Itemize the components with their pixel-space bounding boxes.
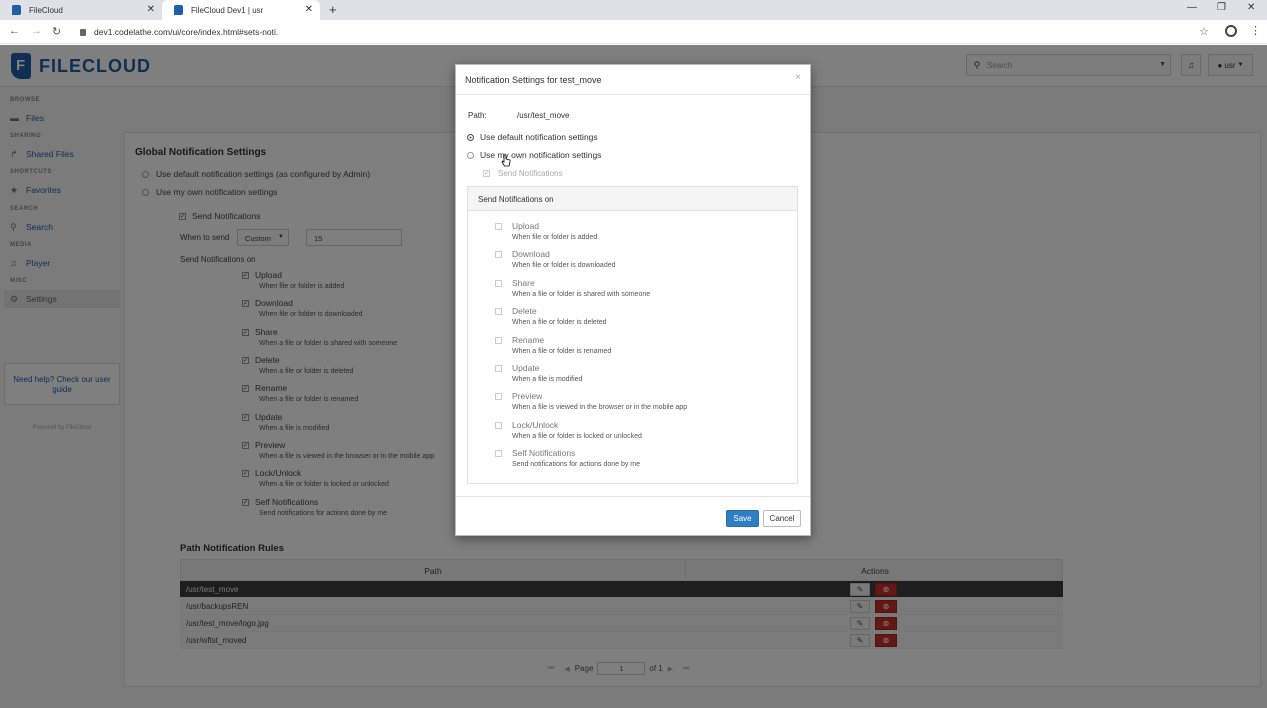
path-label: Path: [468,111,487,120]
item-desc: When a file or folder is shared with som… [512,291,651,298]
cancel-button[interactable]: Cancel [763,510,801,527]
url-text: dev1.codelathe.com/ui/core/index.html#se… [94,27,279,37]
checkbox[interactable] [495,336,502,344]
checkbox[interactable] [495,250,502,258]
modal-item-rename: Rename When a file or folder is renamed [495,335,611,355]
radio-label: Use default notification settings [480,132,598,142]
modal-item-share: Share When a file or folder is shared wit… [495,278,650,298]
send-notifications-panel: Send Notifications on Upload When file or… [467,186,798,484]
browser-tab-bar: FileCloud ✕ FileCloud Dev1 | usr ✕ + — ❐… [0,0,1267,20]
item-label: Download [512,249,550,259]
checkbox[interactable] [495,222,502,230]
filecloud-favicon-icon [12,5,21,15]
minimize-icon[interactable]: — [1187,2,1197,13]
item-label: Self Notifications [512,448,576,458]
url-field[interactable]: dev1.codelathe.com/ui/core/index.html#se… [80,24,1210,40]
item-desc: When file or folder is added [512,234,598,241]
item-desc: When a file or folder is renamed [512,348,612,355]
radio-button[interactable] [467,151,474,159]
item-desc: Send notifications for actions done by m… [512,461,641,468]
checkbox[interactable] [495,307,502,315]
item-label: Upload [512,221,539,231]
item-desc: When file or folder is downloaded [512,262,616,269]
panel-title: Send Notifications on [468,187,797,211]
checkbox[interactable] [495,449,502,457]
modal-item-upload: Upload When file or folder is added [495,221,597,241]
checkbox-label: Send Notifications [498,169,563,178]
modal-header: Notification Settings for test_move × [456,65,810,95]
new-tab-icon[interactable]: + [329,2,337,17]
radio-label: Use my own notification settings [480,150,602,160]
item-label: Delete [512,306,537,316]
modal-item-download: Download When file or folder is downloade… [495,249,616,269]
browser-tab-filecloud[interactable]: FileCloud ✕ [0,0,162,20]
close-tab-icon[interactable]: ✕ [305,4,313,15]
tab-label: FileCloud Dev1 | usr [191,5,264,15]
address-bar-row: ← → ↻ dev1.codelathe.com/ui/core/index.h… [0,20,1267,44]
account-icon[interactable] [1225,25,1237,37]
notification-settings-modal: Notification Settings for test_move × Pa… [455,64,811,536]
checkbox[interactable] [495,392,502,400]
save-button[interactable]: Save [726,510,759,527]
path-value: /usr/test_move [517,111,570,120]
item-label: Lock/Unlock [512,420,559,430]
modal-item-delete: Delete When a file or folder is deleted [495,306,607,326]
close-icon[interactable]: × [795,72,801,83]
forward-icon[interactable]: → [31,25,42,37]
item-label: Share [512,278,535,288]
modal-radio-own[interactable]: Use my own notification settings [467,150,601,160]
modal-send-notifications[interactable]: ✓ Send Notifications [483,169,562,178]
modal-item-update: Update When a file is modified [495,363,582,383]
restore-icon[interactable]: ❐ [1217,2,1226,13]
modal-title: Notification Settings for test_move [465,75,602,85]
browser-menu-icon[interactable]: ⋮ [1250,24,1261,37]
tab-label: FileCloud [29,5,63,15]
item-desc: When a file or folder is locked or unloc… [512,433,642,440]
item-desc: When a file is modified [512,376,583,383]
browser-tab-filecloud-dev1[interactable]: FileCloud Dev1 | usr ✕ [162,0,320,20]
checkbox[interactable] [495,279,502,287]
modal-radio-default[interactable]: Use default notification settings [467,132,598,142]
checkbox[interactable] [495,421,502,429]
modal-item-lock-unlock: Lock/Unlock When a file or folder is lock… [495,420,642,440]
item-label: Update [512,363,540,373]
modal-footer: Save Cancel [456,496,810,536]
bookmark-star-icon[interactable]: ☆ [1199,25,1209,38]
radio-button[interactable] [467,133,474,141]
checkbox[interactable] [495,364,502,372]
item-label: Rename [512,335,545,345]
modal-item-self-notifications: Self Notifications Send notifications for… [495,448,640,468]
modal-item-preview: Preview When a file is viewed in the brow… [495,391,687,411]
back-icon[interactable]: ← [9,25,20,37]
reload-icon[interactable]: ↻ [52,25,61,38]
checkbox[interactable]: ✓ [483,170,490,177]
item-desc: When a file is viewed in the browser or … [512,404,688,411]
window-close-icon[interactable]: ✕ [1247,2,1255,13]
hand-cursor-icon [501,154,511,167]
lock-icon [80,28,86,36]
item-label: Preview [512,391,543,401]
filecloud-favicon-icon [174,5,183,15]
close-tab-icon[interactable]: ✕ [147,4,155,15]
item-desc: When a file or folder is deleted [512,319,607,326]
